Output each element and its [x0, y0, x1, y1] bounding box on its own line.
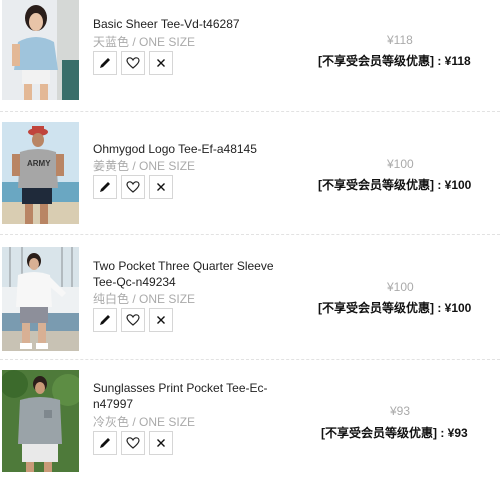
- original-price: ¥93: [390, 404, 411, 418]
- variant-color: 天蓝色: [93, 35, 130, 49]
- variant-separator: /: [132, 159, 136, 173]
- heart-icon: [126, 437, 140, 449]
- edit-button[interactable]: [93, 431, 117, 455]
- product-image[interactable]: [2, 0, 79, 100]
- close-icon: [157, 316, 165, 324]
- shirt-print: ARMY: [27, 159, 51, 168]
- product-variant: 天蓝色 / ONE SIZE: [93, 35, 195, 49]
- man-army-tee-beach-photo: ARMY: [2, 122, 79, 224]
- variant-size: ONE SIZE: [139, 415, 196, 429]
- promo-price: [不享受会员等级优惠] : ¥100: [318, 178, 472, 192]
- edit-icon: [100, 438, 110, 448]
- promo-price: [不享受会员等级优惠] : ¥93: [321, 426, 468, 440]
- close-icon: [157, 439, 165, 447]
- heart-icon: [126, 57, 140, 69]
- variant-size: ONE SIZE: [139, 159, 196, 173]
- favorite-button[interactable]: [121, 308, 145, 332]
- cart-item: Two Pocket Three Quarter Sleeve Tee-Qc-n…: [0, 235, 500, 359]
- cart-item: Basic Sheer Tee-Vd-t46287 天蓝色 / ONE SIZE…: [0, 0, 500, 110]
- variant-size: ONE SIZE: [139, 292, 196, 306]
- heart-icon: [126, 314, 140, 326]
- product-name[interactable]: Sunglasses Print Pocket Tee-Ec-n47997: [93, 380, 278, 412]
- close-icon: [157, 59, 165, 67]
- favorite-button[interactable]: [121, 175, 145, 199]
- product-image[interactable]: [2, 247, 79, 351]
- original-price: ¥118: [387, 33, 413, 47]
- item-actions: [93, 175, 173, 199]
- item-actions: [93, 431, 173, 455]
- product-variant: 姜黄色 / ONE SIZE: [93, 159, 195, 173]
- variant-size: ONE SIZE: [139, 35, 196, 49]
- product-name[interactable]: Two Pocket Three Quarter Sleeve Tee-Qc-n…: [93, 258, 283, 290]
- remove-button[interactable]: [149, 175, 173, 199]
- variant-color: 姜黄色: [93, 159, 130, 173]
- edit-button[interactable]: [93, 51, 117, 75]
- variant-color: 冷灰色: [93, 415, 130, 429]
- product-variant: 冷灰色 / ONE SIZE: [93, 415, 195, 429]
- cart-item: Sunglasses Print Pocket Tee-Ec-n47997 冷灰…: [0, 360, 500, 483]
- remove-button[interactable]: [149, 308, 173, 332]
- item-actions: [93, 308, 173, 332]
- original-price: ¥100: [387, 157, 414, 171]
- edit-button[interactable]: [93, 308, 117, 332]
- edit-button[interactable]: [93, 175, 117, 199]
- cart-item: ARMY Ohmygod Logo Tee-Ef-a48145 姜黄色 / ON…: [0, 112, 500, 232]
- remove-button[interactable]: [149, 51, 173, 75]
- variant-separator: /: [132, 415, 136, 429]
- product-name[interactable]: Ohmygod Logo Tee-Ef-a48145: [93, 141, 293, 157]
- promo-price: [不享受会员等级优惠] : ¥118: [318, 54, 471, 68]
- original-price: ¥100: [387, 280, 414, 294]
- man-grey-tee-garden-photo: [2, 370, 79, 472]
- product-image[interactable]: ARMY: [2, 122, 79, 224]
- woman-blue-tee-photo: [2, 0, 79, 100]
- remove-button[interactable]: [149, 431, 173, 455]
- item-actions: [93, 51, 173, 75]
- variant-separator: /: [132, 292, 136, 306]
- edit-icon: [100, 315, 110, 325]
- close-icon: [157, 183, 165, 191]
- product-name[interactable]: Basic Sheer Tee-Vd-t46287: [93, 16, 293, 32]
- variant-separator: /: [132, 35, 136, 49]
- edit-icon: [100, 58, 110, 68]
- man-white-tee-harbor-photo: [2, 247, 79, 351]
- product-image[interactable]: [2, 370, 79, 472]
- product-variant: 纯白色 / ONE SIZE: [93, 292, 195, 306]
- variant-color: 纯白色: [93, 292, 130, 306]
- heart-icon: [126, 181, 140, 193]
- favorite-button[interactable]: [121, 431, 145, 455]
- favorite-button[interactable]: [121, 51, 145, 75]
- edit-icon: [100, 182, 110, 192]
- promo-price: [不享受会员等级优惠] : ¥100: [318, 301, 472, 315]
